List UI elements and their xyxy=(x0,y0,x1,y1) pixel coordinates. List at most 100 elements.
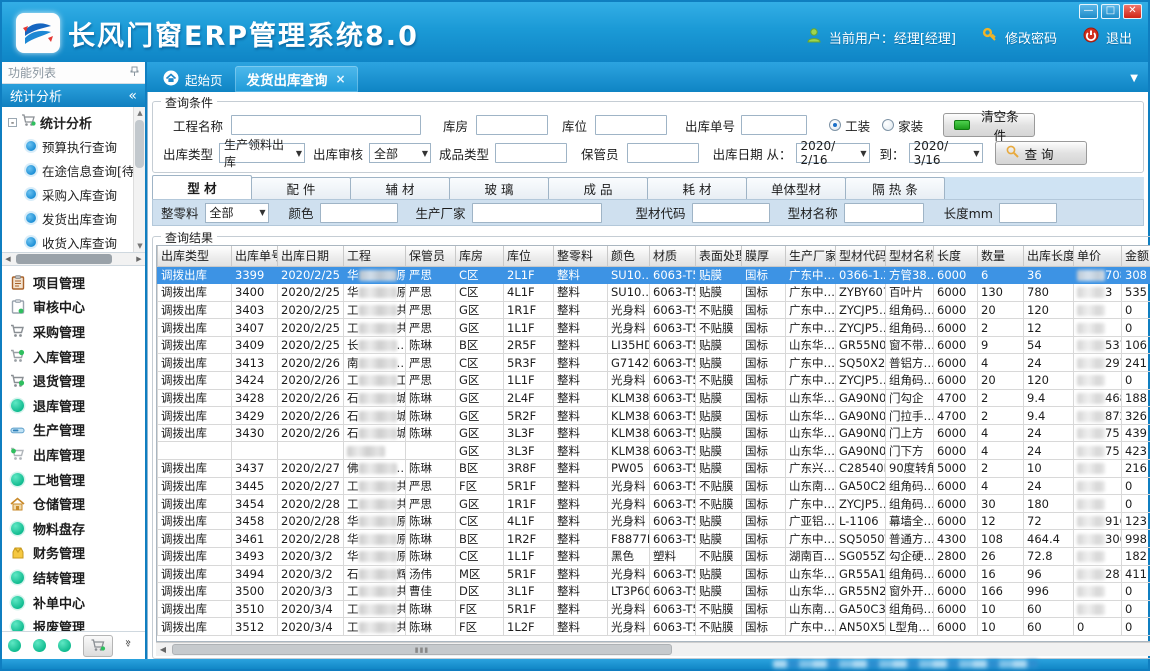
sidebar-item-10[interactable]: 仓储管理 xyxy=(10,491,145,516)
table-row[interactable]: 调拨出库34092020/2/25长…陈琳B区2R5F整料LI35HD6063-… xyxy=(158,336,1150,354)
audit-select[interactable]: 全部▼ xyxy=(369,143,431,163)
sidebar-item-5[interactable]: 退货管理 xyxy=(10,368,145,393)
manufacturer-input[interactable] xyxy=(472,203,602,223)
scroll-up-icon[interactable]: ▲ xyxy=(134,107,145,119)
column-header[interactable]: 型材名称 xyxy=(886,246,934,266)
material-tab-2[interactable]: 配 件 xyxy=(251,177,351,199)
grid-hscrollbar[interactable]: ◀ ▮▮▮ ▶ xyxy=(156,642,1150,656)
table-row[interactable]: 调拨出库34292020/2/26石城陈琳G区5R2F整料KLM38176063… xyxy=(158,407,1150,425)
warehouse-input[interactable] xyxy=(476,115,548,135)
profile-code-input[interactable] xyxy=(692,203,770,223)
column-header[interactable]: 出库长度 xyxy=(1024,246,1074,266)
close-button[interactable]: ✕ xyxy=(1123,4,1142,19)
project-name-input[interactable] xyxy=(231,115,421,135)
table-row[interactable]: 调拨出库33992020/2/25华原…严思C区2L1F整料SU10…6063-… xyxy=(158,266,1150,284)
column-header[interactable]: 整零料 xyxy=(554,246,608,266)
scroll-left-icon[interactable]: ◀ xyxy=(156,643,170,656)
table-row[interactable]: 调拨出库34072020/2/25工共工程严思G区1L1F整料光身料6063-T… xyxy=(158,319,1150,337)
table-row[interactable]: 调拨出库34302020/2/26石城陈琳G区3L3F整料KLM38176063… xyxy=(158,424,1150,442)
material-tab-3[interactable]: 辅 材 xyxy=(350,177,450,199)
keeper-input[interactable] xyxy=(627,143,699,163)
table-row[interactable]: 调拨出库34612020/2/28华原…陈琳B区1R2F整料F8877FT606… xyxy=(158,530,1150,548)
tree-root[interactable]: - 统计分析 xyxy=(8,111,143,134)
material-tab-4[interactable]: 玻 璃 xyxy=(449,177,549,199)
scroll-thumb[interactable] xyxy=(135,120,144,168)
sidebar-item-15[interactable]: 报废管理 xyxy=(10,614,145,631)
section-header-statistics[interactable]: 统计分析 « xyxy=(2,84,145,107)
green-dot-icon[interactable] xyxy=(8,639,21,652)
table-row[interactable]: 调拨出库34932020/3/2华原…陈琳C区1L1F整料黑色塑料不贴膜国标湖南… xyxy=(158,548,1150,566)
table-row[interactable]: 调拨出库35102020/3/4工共工程陈琳F区5R1F整料光身料6063-T5… xyxy=(158,600,1150,618)
pin-icon[interactable] xyxy=(130,66,139,80)
tab-shipment-query[interactable]: 发货出库查询 × xyxy=(235,66,358,92)
table-row[interactable]: 调拨出库35002020/3/3工共工程曹佳D区3L1F整料LT3P606063… xyxy=(158,583,1150,601)
column-header[interactable]: 出库日期 xyxy=(278,246,344,266)
sidebar-item-13[interactable]: 结转管理 xyxy=(10,565,145,590)
column-header[interactable]: 生产厂家 xyxy=(786,246,836,266)
order-no-input[interactable] xyxy=(741,115,807,135)
minimize-button[interactable]: — xyxy=(1079,4,1098,19)
material-tab-5[interactable]: 成 品 xyxy=(548,177,648,199)
table-row[interactable]: 调拨出库34942020/3/2石辉城汤伟M区5R1F整料光身料6063-T5贴… xyxy=(158,565,1150,583)
table-row[interactable]: 调拨出库34452020/2/27工共工程严思F区5R1F整料光身料6063-T… xyxy=(158,477,1150,495)
sidebar-item-9[interactable]: 工地管理 xyxy=(10,467,145,492)
cart-button[interactable] xyxy=(83,635,113,657)
radio-home[interactable]: 家装 xyxy=(882,116,923,135)
table-row[interactable]: 调拨出库35122020/3/4工共工程陈琳F区1L2F整料光身料6063-T5… xyxy=(158,618,1150,636)
sidebar-item-1[interactable]: 项目管理 xyxy=(10,270,145,295)
tree-item-5[interactable]: 收货入库查询 xyxy=(8,230,143,253)
date-from-select[interactable]: 2020/ 2/16▼ xyxy=(796,143,870,163)
whole-piece-select[interactable]: 全部▼ xyxy=(205,203,269,223)
more-chevron-icon[interactable]: »˅ xyxy=(125,639,131,653)
sidebar-item-12[interactable]: 财务管理 xyxy=(10,541,145,566)
scroll-right-icon[interactable]: ▶ xyxy=(133,253,145,265)
table-row[interactable]: 调拨出库34582020/2/28华原…陈琳C区4L1F整料光身料6063-T5… xyxy=(158,512,1150,530)
logout-link[interactable]: 退出 xyxy=(1106,28,1132,47)
collapse-icon[interactable]: « xyxy=(128,88,137,104)
date-to-select[interactable]: 2020/ 3/16▼ xyxy=(909,143,983,163)
table-row[interactable]: 调拨出库34032020/2/25工共工程严思G区1R1F整料光身料6063-T… xyxy=(158,301,1150,319)
green-dot-icon[interactable] xyxy=(33,639,46,652)
tree-item-2[interactable]: 在途信息查询[待 xyxy=(8,158,143,182)
search-button[interactable]: 查 询 xyxy=(995,141,1087,165)
table-row[interactable]: 调拨出库34282020/2/26石城陈琳G区2L4F整料KLM38176063… xyxy=(158,389,1150,407)
sidebar-item-4[interactable]: 入库管理 xyxy=(10,344,145,369)
tab-home[interactable]: 起始页 xyxy=(151,66,235,92)
column-header[interactable]: 颜色 xyxy=(608,246,650,266)
clear-conditions-button[interactable]: 清空条件 xyxy=(943,113,1035,137)
change-password-link[interactable]: 修改密码 xyxy=(1005,28,1057,47)
table-row[interactable]: 调拨出库34542020/2/28工共工程严思G区1R1F整料光身料6063-T… xyxy=(158,495,1150,513)
sidebar-item-11[interactable]: 物料盘存 xyxy=(10,516,145,541)
sidebar-item-6[interactable]: 退库管理 xyxy=(10,393,145,418)
column-header[interactable]: 型材代码 xyxy=(836,246,886,266)
column-header[interactable]: 工程 xyxy=(344,246,406,266)
tree-expander-icon[interactable]: - xyxy=(8,118,17,127)
material-tab-1[interactable]: 型 材 xyxy=(152,175,252,199)
column-header[interactable]: 库房 xyxy=(456,246,504,266)
sidebar-item-7[interactable]: 生产管理 xyxy=(10,418,145,443)
location-input[interactable] xyxy=(595,115,667,135)
column-header[interactable]: 库位 xyxy=(504,246,554,266)
radio-industrial[interactable]: 工装 xyxy=(829,116,870,135)
tree-scrollbar[interactable]: ▲ ▼ xyxy=(133,107,145,252)
color-input[interactable] xyxy=(320,203,398,223)
sidebar-item-8[interactable]: 出库管理 xyxy=(10,442,145,467)
sidebar-item-3[interactable]: 采购管理 xyxy=(10,319,145,344)
sidebar-hscrollbar[interactable]: ◀ ▶ xyxy=(2,253,145,266)
tree-item-4[interactable]: 发货出库查询 xyxy=(8,206,143,230)
column-header[interactable]: 长度 xyxy=(934,246,978,266)
profile-name-input[interactable] xyxy=(844,203,924,223)
table-row[interactable]: 调拨出库34242020/2/26工工程严思G区1L1F整料光身料6063-T5… xyxy=(158,372,1150,390)
table-row[interactable]: 调拨出库34372020/2/27佛…陈琳B区3R8F整料PW056063-T5… xyxy=(158,460,1150,478)
tree-item-1[interactable]: 预算执行查询 xyxy=(8,134,143,158)
product-type-input[interactable] xyxy=(495,143,567,163)
column-header[interactable]: 材质 xyxy=(650,246,696,266)
column-header[interactable]: 膜厚 xyxy=(742,246,786,266)
material-tab-7[interactable]: 单体型材 xyxy=(746,177,846,199)
tab-overflow-icon[interactable]: ▼ xyxy=(1130,73,1138,84)
sidebar-item-14[interactable]: 补单中心 xyxy=(10,590,145,615)
tab-close-icon[interactable]: × xyxy=(336,72,346,86)
scroll-left-icon[interactable]: ◀ xyxy=(2,253,14,265)
material-tab-8[interactable]: 隔 热 条 xyxy=(845,177,945,199)
length-input[interactable] xyxy=(999,203,1057,223)
